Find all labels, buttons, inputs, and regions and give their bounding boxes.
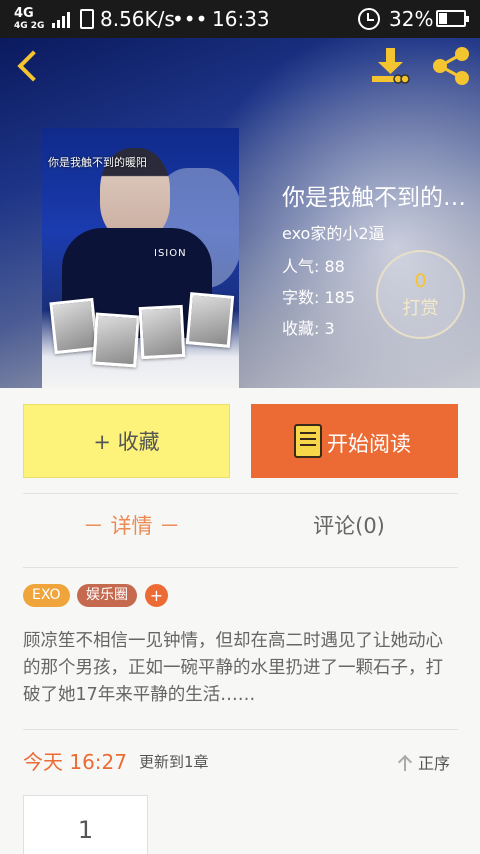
tab-detail[interactable]: － 详情 － (23, 510, 240, 540)
battery-icon (436, 10, 469, 27)
start-reading-button[interactable]: 开始阅读 (251, 404, 458, 478)
cover-photo (138, 304, 186, 360)
cover-photo (49, 297, 99, 355)
popularity-stat: 人气: 88 (282, 257, 345, 276)
tag-entertainment[interactable]: 娱乐圈 (77, 584, 137, 607)
clock: 16:33 (212, 7, 270, 31)
sim-card-icon (80, 9, 94, 29)
battery-percent: 32% (389, 7, 434, 31)
update-note: 更新到1章 (139, 753, 209, 771)
cover-title: 你是我触不到的暖阳 (48, 156, 147, 169)
divider (23, 729, 458, 730)
tip-label: 打赏 (402, 298, 439, 319)
status-bar: 4G 4G 2G 8.56K/s ••• 16:33 32% (0, 0, 480, 38)
book-info: 你是我触不到的暖阳 (282, 178, 472, 212)
network-speed: 8.56K/s (100, 7, 175, 31)
book-cover[interactable]: 你是我触不到的暖阳 ISION (42, 128, 239, 388)
add-favorite-button[interactable]: + 收藏 (23, 404, 230, 478)
book-description[interactable]: 顾凉笙不相信一见钟情，但却在高二时遇见了让她动心的那个男孩，正如一碗平静的水里扔… (23, 628, 458, 709)
sort-order-button[interactable]: 正序 (398, 750, 450, 774)
divider (23, 493, 458, 494)
download-icon[interactable] (370, 46, 412, 86)
cover-text: ISION (154, 248, 187, 259)
book-icon (294, 424, 322, 458)
update-time: 今天 16:27 (23, 750, 127, 774)
overflow-dots: ••• (172, 7, 208, 31)
word-count-stat: 字数: 185 (282, 288, 356, 307)
signal-icon (52, 12, 70, 28)
divider (23, 567, 458, 568)
arrow-up-icon (398, 755, 412, 771)
tag-exo[interactable]: EXO (23, 584, 70, 607)
book-author[interactable]: exo家的小2逼 (282, 220, 385, 244)
book-title: 你是我触不到的暖阳 (282, 185, 472, 211)
add-tag-button[interactable]: + (145, 584, 168, 607)
tip-amount: 0 (414, 270, 427, 292)
chapter-item[interactable]: 1 (23, 795, 148, 854)
cover-photo (185, 292, 235, 348)
network-indicator: 4G 4G 2G (14, 6, 45, 31)
tab-comments[interactable]: 评论(0) (240, 510, 458, 540)
share-icon[interactable] (430, 46, 472, 86)
cover-photo (92, 312, 140, 368)
back-button[interactable] (16, 52, 42, 78)
alarm-icon (358, 8, 380, 30)
favorites-stat: 收藏: 3 (282, 319, 335, 338)
tip-button[interactable]: 0 打赏 (376, 250, 465, 339)
